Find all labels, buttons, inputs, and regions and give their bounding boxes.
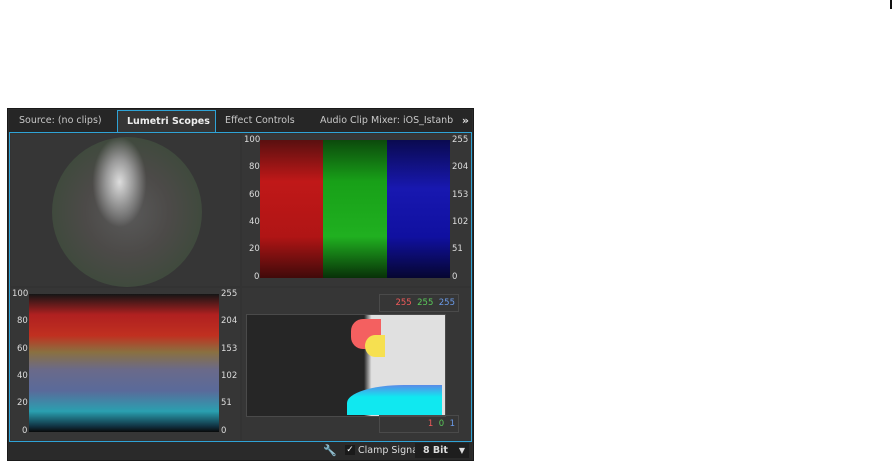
parade-tick: 153: [452, 190, 469, 200]
tab-source[interactable]: Source: (no clips): [10, 110, 117, 132]
parade-tick: 0: [452, 272, 458, 282]
tab-lumetri-scopes[interactable]: Lumetri Scopes≡: [117, 110, 216, 132]
edge-line: [890, 0, 892, 9]
parade-blue: [386, 140, 450, 278]
scopes-content: 100 80 60 40 20 0 255 204 153 102 51 0 1…: [9, 132, 472, 442]
waveform-tick: 60: [17, 344, 28, 354]
waveform-tick: 40: [17, 371, 28, 381]
rgb-parade: 100 80 60 40 20 0 255 204 153 102 51 0: [242, 134, 471, 286]
parade-tick: 102: [452, 217, 469, 227]
waveform-tick: 255: [221, 289, 238, 299]
waveform-graph: [29, 294, 219, 432]
histogram-yellow: [365, 335, 385, 357]
chevron-down-icon: ▼: [458, 446, 465, 455]
min-blue: 1: [449, 419, 455, 429]
histogram-max-values: 255 255 255: [379, 294, 459, 312]
tab-label: Source: (no clips): [19, 115, 102, 126]
waveform-tick: 80: [17, 316, 28, 326]
parade-tick: 255: [452, 135, 469, 145]
histogram-graph: [246, 314, 446, 417]
overflow-tabs-icon[interactable]: »: [462, 110, 469, 132]
histogram-min-values: 1 0 1: [379, 415, 459, 433]
bit-depth-value: 8 Bit: [423, 445, 448, 456]
min-green: 0: [438, 419, 445, 429]
tab-audio-clip-mixer[interactable]: Audio Clip Mixer: iOS_Istanb: [311, 110, 453, 132]
waveform-tick: 20: [17, 398, 28, 408]
waveform-tick: 153: [221, 344, 238, 354]
clamp-signal-checkbox[interactable]: ✓: [345, 445, 355, 455]
vectorscope: [11, 134, 240, 287]
max-blue: 255: [438, 298, 455, 308]
waveform: 100 80 60 40 20 0 255 204 153 102 51 0: [11, 288, 240, 440]
bit-depth-dropdown[interactable]: 8 Bit ▼: [415, 443, 469, 458]
max-green: 255: [417, 298, 434, 308]
min-red: 1: [427, 419, 434, 429]
tab-label: Lumetri Scopes: [127, 116, 210, 127]
tab-label: Audio Clip Mixer: iOS_Istanb: [320, 115, 453, 126]
vectorscope-circle: [52, 137, 202, 287]
lumetri-scopes-panel: Source: (no clips) Lumetri Scopes≡ Effec…: [7, 108, 474, 461]
tab-effect-controls[interactable]: Effect Controls: [216, 110, 302, 132]
max-red: 255: [395, 298, 412, 308]
waveform-tick: 0: [22, 426, 28, 436]
waveform-tick: 51: [221, 398, 232, 408]
waveform-tick: 0: [221, 426, 227, 436]
parade-tick: 80: [249, 162, 260, 172]
parade-tick: 40: [249, 217, 260, 227]
parade-tick: 204: [452, 162, 469, 172]
parade-green: [323, 140, 387, 278]
waveform-tick: 204: [221, 316, 238, 326]
scopes-bottom-bar: 🔧 ✓ Clamp Signal 8 Bit ▼: [9, 442, 472, 460]
parade-tick: 51: [452, 244, 463, 254]
wrench-icon[interactable]: 🔧: [323, 444, 337, 457]
parade-tick: 20: [249, 244, 260, 254]
parade-red: [260, 140, 324, 278]
parade-tick: 0: [254, 272, 260, 282]
clamp-signal-label: Clamp Signal: [358, 445, 421, 456]
tab-label: Effect Controls: [225, 115, 295, 126]
waveform-tick: 102: [221, 371, 238, 381]
parade-tick: 60: [249, 190, 260, 200]
histogram: 255 255 255 1 0 1: [242, 288, 471, 440]
parade-tick: 100: [244, 135, 261, 145]
waveform-tick: 100: [12, 289, 29, 299]
tab-bar: Source: (no clips) Lumetri Scopes≡ Effec…: [9, 110, 472, 132]
parade-graph: [260, 140, 450, 278]
